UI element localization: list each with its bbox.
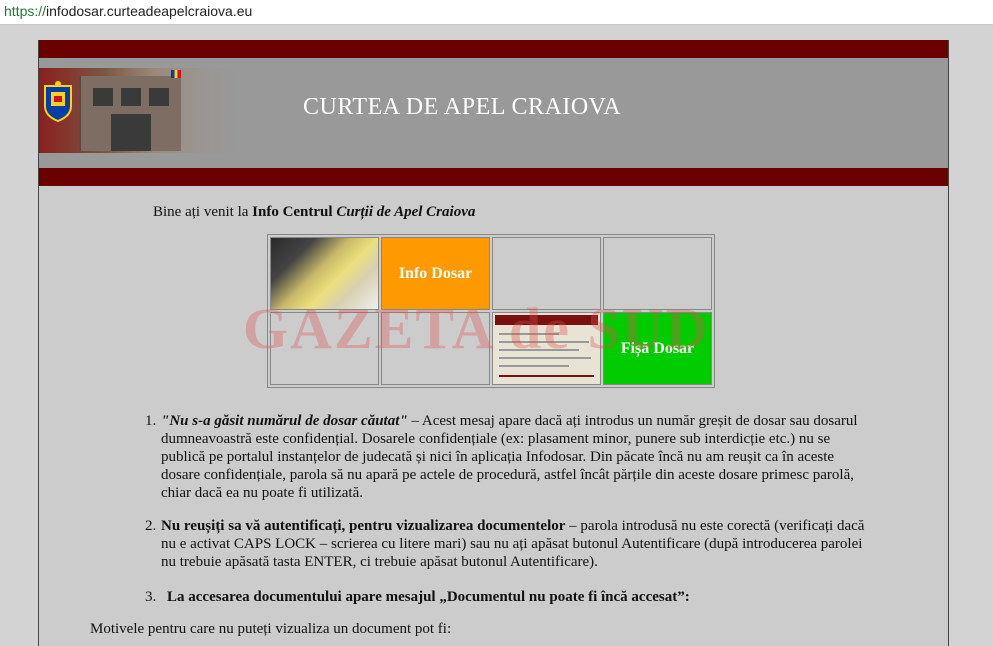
address-bar[interactable]: https://infodosar.curteadeapelcraiova.eu bbox=[0, 0, 993, 25]
header-banner: CURTEA DE APEL CRAIOVA bbox=[39, 58, 948, 168]
empty-tile bbox=[492, 237, 601, 310]
list-lead: La accesarea documentului apare mesajul … bbox=[167, 589, 690, 605]
header-bottom-band bbox=[39, 168, 948, 186]
tile-grid: Info Dosar Fișă Dosar bbox=[267, 234, 715, 388]
coat-of-arms-icon bbox=[44, 81, 72, 122]
fisa-dosar-tile[interactable]: Fișă Dosar bbox=[603, 312, 712, 385]
info-dosar-tile[interactable]: Info Dosar bbox=[381, 237, 490, 310]
url-host: infodosar.curteadeapelcraiova.eu bbox=[46, 3, 253, 19]
url-text[interactable]: https://infodosar.curteadeapelcraiova.eu bbox=[4, 3, 252, 19]
empty-tile bbox=[603, 237, 712, 310]
courthouse-photo bbox=[39, 68, 249, 153]
list-lead: "Nu s-a găsit numărul de dosar căutat" bbox=[161, 413, 408, 429]
welcome-prefix: Bine ați venit la bbox=[153, 204, 253, 220]
header-top-band bbox=[39, 40, 948, 58]
motive-text: Motivele pentru care nu puteți vizualiza… bbox=[90, 621, 452, 637]
welcome-bold: Info Centrul bbox=[252, 204, 337, 220]
list-number: 3. bbox=[145, 589, 157, 605]
welcome-italic: Curții de Apel Craiova bbox=[336, 204, 476, 220]
website-screenshot-tile[interactable] bbox=[492, 312, 601, 385]
empty-tile bbox=[381, 312, 490, 385]
url-scheme: https:// bbox=[4, 3, 47, 19]
welcome-text: Bine ați venit la Info Centrul Curții de… bbox=[153, 204, 475, 221]
empty-tile bbox=[270, 312, 379, 385]
documents-photo-tile[interactable] bbox=[270, 237, 379, 310]
page-container: CURTEA DE APEL CRAIOVA Bine ați venit la… bbox=[38, 40, 949, 646]
list-lead: Nu reușiți sa vă autentificați, pentru v… bbox=[161, 518, 566, 534]
site-title: CURTEA DE APEL CRAIOVA bbox=[303, 94, 622, 120]
list-number: 2. bbox=[145, 518, 157, 534]
info-dosar-label: Info Dosar bbox=[398, 264, 473, 282]
building-image bbox=[79, 76, 181, 151]
list-number: 1. bbox=[145, 413, 157, 429]
fisa-dosar-label: Fișă Dosar bbox=[620, 339, 695, 357]
romania-flag-icon bbox=[171, 70, 181, 78]
